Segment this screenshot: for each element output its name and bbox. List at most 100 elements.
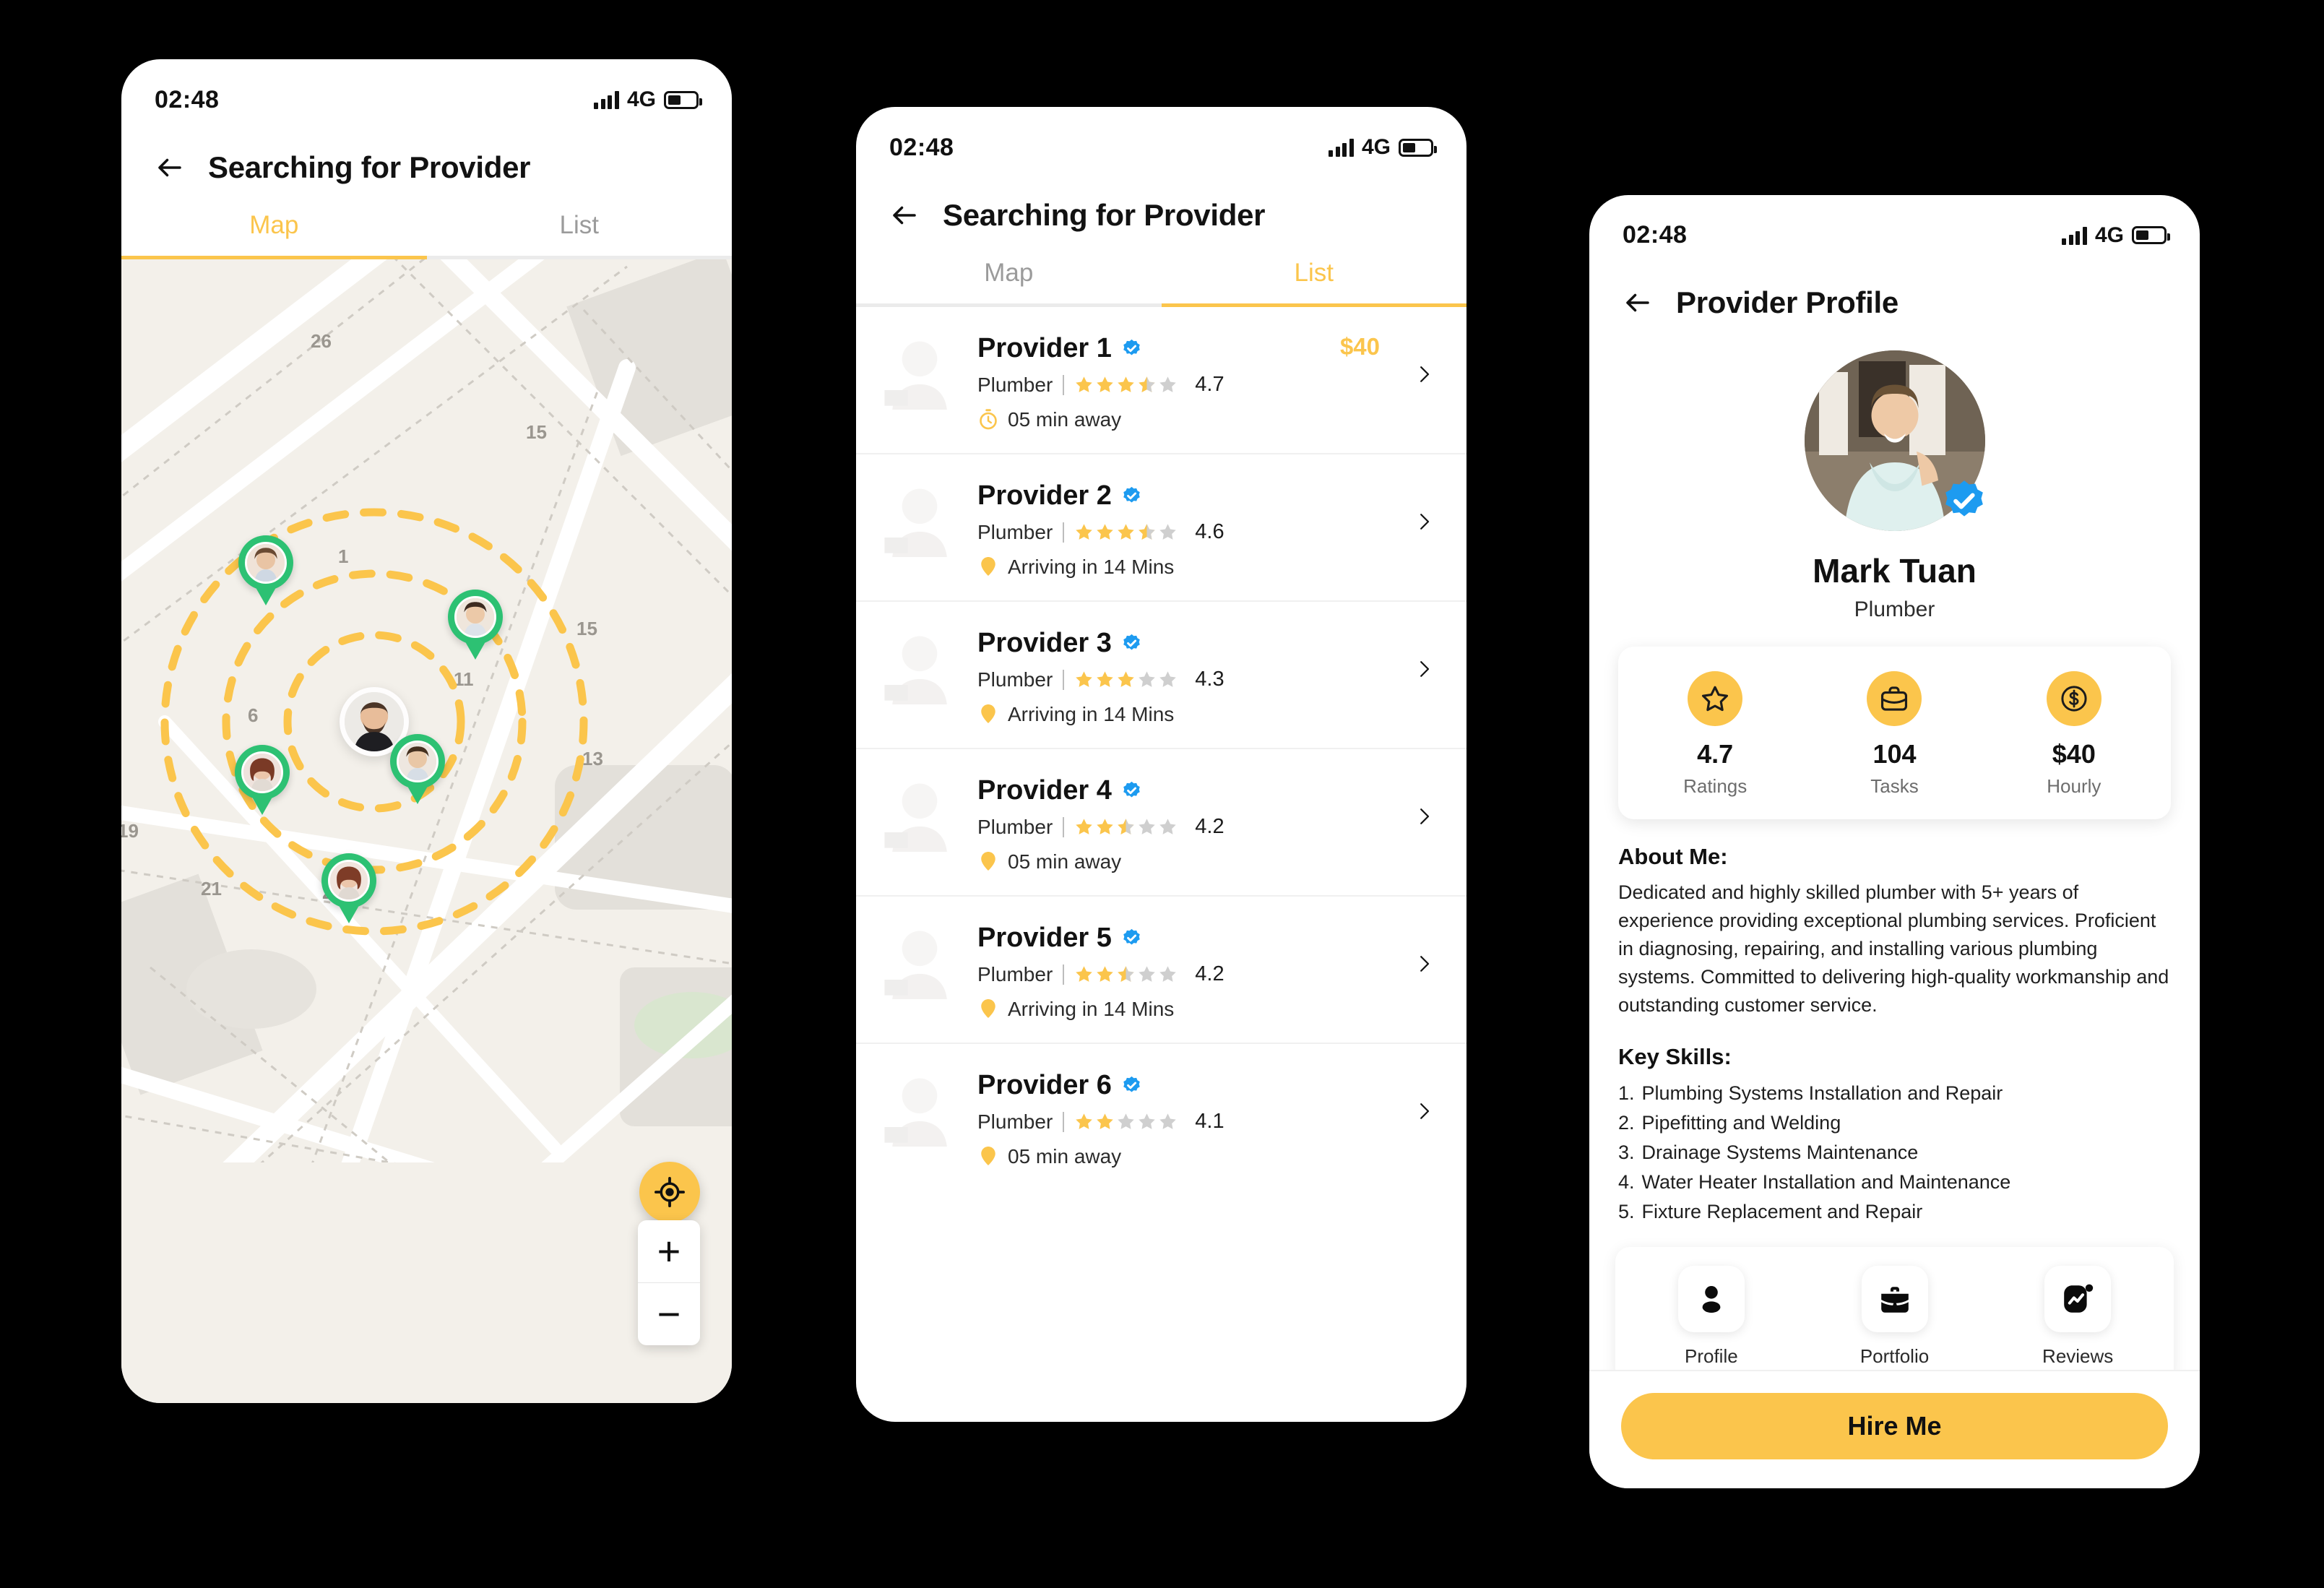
provider-list-item[interactable]: Provider 3 Plumber 4.3 Arriving in 14 Mi…	[856, 602, 1466, 749]
skill-text: Drainage Systems Maintenance	[1641, 1141, 1919, 1163]
location-pin-icon	[981, 704, 995, 723]
map-zoom-controls[interactable]: + −	[638, 1220, 700, 1345]
provider-trade: Plumber	[977, 520, 1053, 543]
chevron-right-icon[interactable]	[1414, 954, 1433, 988]
briefcase-icon	[1867, 671, 1922, 727]
profile-section-tab[interactable]: Profile	[1620, 1265, 1803, 1368]
provider-thumbnail	[881, 921, 959, 999]
zoom-out-button[interactable]: −	[638, 1283, 700, 1345]
provider-pin-5[interactable]	[321, 853, 376, 924]
chevron-right-icon	[1420, 956, 1430, 972]
page-title: Searching for Provider	[208, 150, 531, 184]
provider-list-item[interactable]: Provider 5 Plumber 4.2 Arriving in 14 Mi…	[856, 897, 1466, 1044]
provider-thumbnail	[884, 636, 947, 704]
provider-eta: 05 min away	[1008, 1145, 1122, 1168]
star-icon	[1139, 671, 1156, 687]
signal-bars-icon	[594, 90, 619, 109]
profile-section-tab[interactable]: Portfolio	[1803, 1265, 1987, 1368]
provider-stat: $40 Hourly	[1984, 671, 2164, 798]
stat-label: Ratings	[1683, 775, 1748, 798]
briefcase-icon	[1881, 686, 1908, 711]
provider-name: Provider 5	[977, 923, 1112, 953]
my-location-button[interactable]	[639, 1162, 700, 1222]
section-tab-label: Portfolio	[1859, 1345, 1930, 1367]
chevron-right-icon[interactable]	[1414, 1102, 1433, 1135]
about-heading: About Me:	[1618, 844, 1728, 870]
provider-pin-1[interactable]	[238, 535, 293, 606]
skill-number: 4.	[1618, 1170, 1635, 1193]
chevron-right-icon[interactable]	[1414, 660, 1433, 693]
rating-stars	[1074, 670, 1178, 689]
star-icon	[1097, 966, 1114, 982]
provider-eta: Arriving in 14 Mins	[1008, 998, 1175, 1020]
star-icon	[1076, 524, 1093, 540]
key-skills-list: 1. Plumbing Systems Installation and Rep…	[1618, 1079, 2171, 1227]
location-pin-icon	[977, 998, 999, 1021]
map-view[interactable]: 26 15 15 13 1 6 11 21 23 19	[121, 259, 732, 1403]
provider-trade: Plumber	[977, 668, 1053, 691]
rating-value: 4.1	[1195, 1110, 1224, 1133]
app-header: Searching for Provider	[121, 121, 732, 185]
back-arrow-icon[interactable]	[888, 200, 921, 230]
star-icon	[1076, 819, 1093, 834]
chevron-right-icon[interactable]	[1414, 512, 1433, 545]
provider-eta: Arriving in 14 Mins	[1008, 556, 1175, 578]
verified-badge-icon	[1945, 480, 1983, 517]
chevron-right-icon[interactable]	[1414, 365, 1433, 398]
tab-list[interactable]: List	[427, 211, 733, 256]
star-half-icon	[1139, 376, 1156, 392]
provider-thumbnail	[884, 931, 947, 999]
provider-list-item[interactable]: Provider 4 Plumber 4.2 05 min away	[856, 749, 1466, 897]
provider-list-item[interactable]: Provider 6 Plumber 4.1 05 min away	[856, 1044, 1466, 1190]
provider-price: $40	[1339, 333, 1380, 360]
provider-eta: 05 min away	[1008, 850, 1122, 873]
star-icon	[1159, 671, 1177, 687]
signal-bars-icon	[2062, 226, 2087, 245]
provider-pin-4[interactable]	[390, 734, 445, 805]
provider-trade: Plumber	[977, 962, 1053, 985]
person-icon	[1702, 1285, 1721, 1313]
star-icon	[1076, 376, 1093, 392]
star-icon	[1118, 1113, 1135, 1129]
tab-map[interactable]: Map	[121, 211, 427, 256]
skill-text: Water Heater Installation and Maintenanc…	[1641, 1170, 2011, 1193]
provider-list-item[interactable]: Provider 2 Plumber 4.6 Arriving in 14 Mi…	[856, 454, 1466, 602]
divider	[1063, 964, 1065, 985]
location-pin-icon	[981, 852, 995, 871]
rating-stars	[1074, 375, 1178, 394]
provider-pin-2[interactable]	[448, 590, 503, 660]
stat-value: $40	[2052, 739, 2096, 769]
skill-item: 3. Drainage Systems Maintenance	[1618, 1138, 2171, 1168]
tab-map[interactable]: Map	[856, 259, 1162, 303]
provider-trade: Plumber	[977, 1110, 1053, 1133]
provider-pin-3[interactable]	[235, 745, 290, 816]
skill-item: 2. Pipefitting and Welding	[1618, 1108, 2171, 1138]
section-tab-label: Profile	[1684, 1345, 1738, 1367]
profile-section-tab[interactable]: Reviews	[1986, 1265, 2169, 1368]
app-header: Provider Profile	[1589, 256, 2200, 320]
back-arrow-icon[interactable]	[1621, 288, 1654, 318]
star-icon	[1139, 966, 1156, 982]
provider-thumbnail	[884, 1078, 947, 1147]
verified-badge-icon	[1122, 634, 1141, 653]
provider-list-item[interactable]: Provider 1 Plumber 4.7 05 min away $40	[856, 307, 1466, 454]
star-icon	[1097, 1113, 1114, 1129]
zoom-in-button[interactable]: +	[638, 1220, 700, 1282]
network-label: 4G	[1361, 135, 1391, 159]
back-arrow-icon[interactable]	[153, 152, 186, 183]
chevron-right-icon[interactable]	[1414, 807, 1433, 840]
skill-item: 4. Water Heater Installation and Mainten…	[1618, 1168, 2171, 1197]
chevron-right-icon	[1420, 661, 1430, 677]
stat-value: 4.7	[1697, 739, 1734, 769]
provider-stat: 4.7 Ratings	[1625, 671, 1805, 798]
location-pin-icon	[981, 1147, 995, 1165]
star-icon	[1159, 376, 1177, 392]
skill-text: Fixture Replacement and Repair	[1641, 1200, 1923, 1222]
hire-me-button[interactable]: Hire Me	[1621, 1393, 2168, 1459]
verified-badge-icon	[1122, 1076, 1141, 1095]
phone-profile-screen: 02:48 4G Provider Profile Mark Tuan Plum…	[1589, 195, 2200, 1488]
tab-list[interactable]: List	[1162, 259, 1467, 303]
app-header: Searching for Provider	[856, 169, 1466, 233]
star-icon	[1097, 819, 1114, 834]
provider-avatar	[399, 743, 436, 780]
